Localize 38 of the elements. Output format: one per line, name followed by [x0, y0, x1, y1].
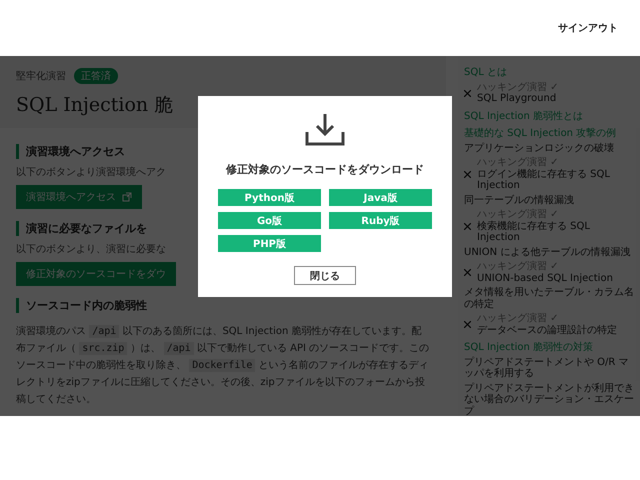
cross-icon — [464, 222, 471, 230]
nav-link[interactable]: 同一テーブルの情報漏洩 — [464, 194, 634, 206]
page-title: SQL Injection 脆 — [16, 93, 174, 118]
status-tag: 正答済 — [74, 68, 118, 84]
external-link-icon — [122, 192, 132, 202]
nav-link[interactable]: UNION による他テーブルの情報漏洩 — [464, 246, 634, 258]
exercise-link[interactable]: データベースの論理設計の特定 — [477, 324, 617, 336]
section-text: 以下のボタンより、演習に必要な — [16, 242, 166, 256]
download-option-button[interactable]: Java版 — [329, 189, 432, 206]
section-button[interactable]: 修正対象のソースコードをダウ — [16, 262, 176, 286]
nav-heading[interactable]: SQL Injection 脆弱性とは — [464, 110, 634, 122]
nav-link[interactable]: プリペアドステートメントや O/R マッパを利用する — [464, 356, 634, 380]
nav-link[interactable]: プリペアドステートメントが利用できない場合のバリデーション・エスケープ — [464, 382, 634, 416]
nav-heading[interactable]: 基礎的な SQL Injection 攻撃の例 — [464, 128, 634, 140]
download-option-button[interactable]: Go版 — [218, 212, 321, 229]
nav-heading[interactable]: SQL とは — [464, 67, 634, 78]
download-icon — [305, 112, 345, 146]
cross-icon — [464, 170, 471, 178]
download-option-button[interactable]: PHP版 — [218, 235, 321, 252]
nav-heading[interactable]: SQL Injection 脆弱性の対策 — [464, 342, 634, 354]
exercise-link[interactable]: SQL Playground — [477, 93, 559, 104]
exercise-link[interactable]: UNION-based SQL Injection — [477, 272, 613, 284]
download-option-button[interactable]: Ruby版 — [329, 212, 432, 229]
close-button[interactable]: 閉じる — [294, 266, 356, 285]
modal-title: 修正対象のソースコードをダウンロード — [226, 162, 424, 177]
download-option-button[interactable]: Python版 — [218, 189, 321, 206]
instructions-paragraph: 演習環境のパス /api 以下のある箇所には、SQL Injection 脆弱性が存在しています。配布ファイル（ src.zip ）は、 /api 以下で動作している API のソースコードです。このソースコード中の脆弱性を取り除き、 Dockerfile という名前のファイルが存在するディレクトリをzipファイルに圧縮してください。その後、zipファイルを以下のフォームから投稿してください。 — [16, 324, 430, 407]
section-text: 以下のボタンより演習環境へアク — [16, 166, 166, 179]
breadcrumb: 堅牢化演習 — [16, 70, 66, 83]
cross-icon — [464, 321, 471, 328]
nav-link[interactable]: アプリケーションロジックの破壊 — [464, 142, 634, 154]
cross-icon — [464, 269, 471, 276]
signout-link[interactable]: サインアウト — [558, 21, 618, 35]
exercise-link[interactable]: ログイン機能に存在する SQL Injection — [477, 168, 634, 192]
section-button[interactable]: 演習環境へアクセス — [16, 185, 142, 209]
exercise-link[interactable]: 検索機能に存在する SQL Injection — [477, 220, 634, 244]
nav-link[interactable]: メタ情報を用いたテーブル・カラム名の特定 — [464, 287, 634, 310]
cross-icon — [464, 90, 471, 96]
